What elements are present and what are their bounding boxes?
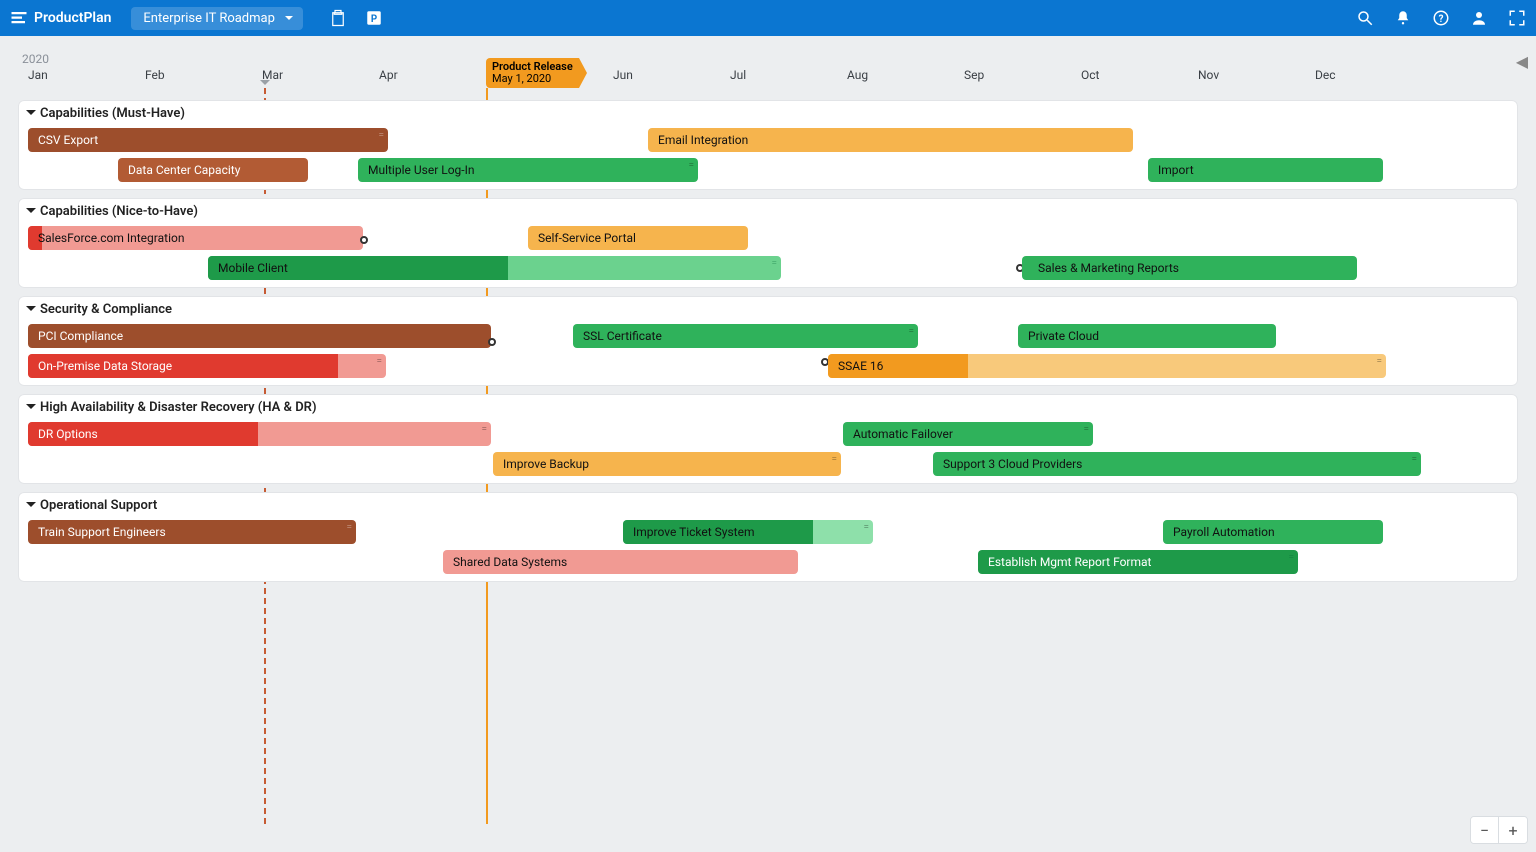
lane-toggle[interactable]: Capabilities (Nice-to-Have) bbox=[26, 204, 198, 219]
month-label: Nov bbox=[1198, 68, 1219, 82]
connector-icon[interactable] bbox=[360, 236, 368, 244]
lane-toggle[interactable]: Capabilities (Must-Have) bbox=[26, 106, 185, 121]
parking-icon[interactable]: P bbox=[365, 9, 383, 27]
lane-toggle[interactable]: Operational Support bbox=[26, 498, 157, 513]
zoom-in-button[interactable]: + bbox=[1499, 817, 1527, 843]
bar-train[interactable]: Train Support Engineers= bbox=[28, 520, 356, 544]
month-label: Oct bbox=[1081, 68, 1099, 82]
chevron-down-icon bbox=[26, 502, 36, 512]
lane-capabilities-must: Capabilities (Must-Have) CSV Export= Ema… bbox=[18, 100, 1518, 190]
bar-cloud-providers[interactable]: Support 3 Cloud Providers= bbox=[933, 452, 1421, 476]
fullscreen-icon[interactable] bbox=[1508, 9, 1526, 27]
month-label: Apr bbox=[379, 68, 398, 82]
month-label: Jul bbox=[730, 68, 746, 82]
chevron-down-icon bbox=[26, 306, 36, 316]
bar-payroll[interactable]: Payroll Automation bbox=[1163, 520, 1383, 544]
bar-csv-export[interactable]: CSV Export= bbox=[28, 128, 388, 152]
zoom-controls: − + bbox=[1470, 816, 1528, 844]
bar-mobile-client[interactable]: Mobile Client = bbox=[208, 256, 781, 280]
lane-security: Security & Compliance PCI Compliance SSL… bbox=[18, 296, 1518, 386]
month-label: Mar bbox=[262, 68, 283, 82]
month-label: Feb bbox=[145, 68, 165, 82]
zoom-out-button[interactable]: − bbox=[1471, 817, 1499, 843]
toolbar-left: P bbox=[329, 9, 383, 27]
month-axis: JanFebMarAprMayJunJulAugSepOctNovDec bbox=[18, 68, 1518, 90]
bar-ssl[interactable]: SSL Certificate= bbox=[573, 324, 918, 348]
chevron-down-icon bbox=[26, 110, 36, 120]
timeline-sheet: ◀ 2020 JanFebMarAprMayJunJulAugSepOctNov… bbox=[8, 48, 1528, 844]
bar-email-integration[interactable]: Email Integration bbox=[648, 128, 1133, 152]
month-label: Dec bbox=[1315, 68, 1336, 82]
logo-icon bbox=[10, 9, 28, 27]
bar-backup[interactable]: Improve Backup= bbox=[493, 452, 841, 476]
bar-data-center[interactable]: Data Center Capacity bbox=[118, 158, 308, 182]
bar-failover[interactable]: Automatic Failover= bbox=[843, 422, 1093, 446]
bar-import[interactable]: Import bbox=[1148, 158, 1383, 182]
connector-icon[interactable] bbox=[488, 338, 496, 346]
svg-text:?: ? bbox=[1439, 14, 1444, 25]
bar-multi-login[interactable]: Multiple User Log-In= bbox=[358, 158, 698, 182]
lane-toggle[interactable]: Security & Compliance bbox=[26, 302, 172, 317]
bar-sm-reports[interactable]: Sales & Marketing Reports bbox=[1022, 256, 1357, 280]
roadmap-dropdown[interactable]: Enterprise IT Roadmap bbox=[131, 7, 303, 30]
milestone-product-release[interactable]: Product Release May 1, 2020 bbox=[486, 58, 579, 88]
bar-dr-options[interactable]: DR Options = bbox=[28, 422, 491, 446]
bar-salesforce[interactable]: SalesForce.com Integration bbox=[28, 226, 363, 250]
bell-icon[interactable] bbox=[1394, 9, 1412, 27]
month-label: Aug bbox=[847, 68, 868, 82]
month-label: Sep bbox=[964, 68, 984, 82]
lane-capabilities-nice: Capabilities (Nice-to-Have) SalesForce.c… bbox=[18, 198, 1518, 288]
year-label: 2020 bbox=[22, 52, 49, 66]
bar-ticket[interactable]: Improve Ticket System = bbox=[623, 520, 873, 544]
search-icon[interactable] bbox=[1356, 9, 1374, 27]
bar-ssae[interactable]: SSAE 16 = bbox=[828, 354, 1386, 378]
svg-text:P: P bbox=[371, 14, 377, 25]
bar-self-service[interactable]: Self-Service Portal bbox=[528, 226, 748, 250]
chevron-down-icon bbox=[26, 404, 36, 414]
milestone-date: May 1, 2020 bbox=[492, 73, 573, 85]
month-label: Jun bbox=[613, 68, 633, 82]
chevron-down-icon bbox=[26, 208, 36, 218]
lane-hadr: High Availability & Disaster Recovery (H… bbox=[18, 394, 1518, 484]
help-icon[interactable]: ? bbox=[1432, 9, 1450, 27]
lane-ops: Operational Support Train Support Engine… bbox=[18, 492, 1518, 582]
clipboard-icon[interactable] bbox=[329, 9, 347, 27]
lane-toggle[interactable]: High Availability & Disaster Recovery (H… bbox=[26, 400, 317, 415]
bar-shared-data[interactable]: Shared Data Systems bbox=[443, 550, 798, 574]
month-label: Jan bbox=[28, 68, 48, 82]
bar-pci[interactable]: PCI Compliance bbox=[28, 324, 491, 348]
topbar: ProductPlan Enterprise IT Roadmap P ? bbox=[0, 0, 1536, 36]
toolbar-right: ? bbox=[1356, 9, 1526, 27]
app-name: ProductPlan bbox=[34, 10, 111, 26]
bar-private-cloud[interactable]: Private Cloud bbox=[1018, 324, 1276, 348]
user-icon[interactable] bbox=[1470, 9, 1488, 27]
canvas: ◀ 2020 JanFebMarAprMayJunJulAugSepOctNov… bbox=[0, 36, 1536, 852]
bar-onprem[interactable]: On-Premise Data Storage = bbox=[28, 354, 386, 378]
app-logo[interactable]: ProductPlan bbox=[10, 9, 111, 27]
roadmap-name: Enterprise IT Roadmap bbox=[143, 11, 275, 26]
bar-mgmt-report[interactable]: Establish Mgmt Report Format= bbox=[978, 550, 1298, 574]
